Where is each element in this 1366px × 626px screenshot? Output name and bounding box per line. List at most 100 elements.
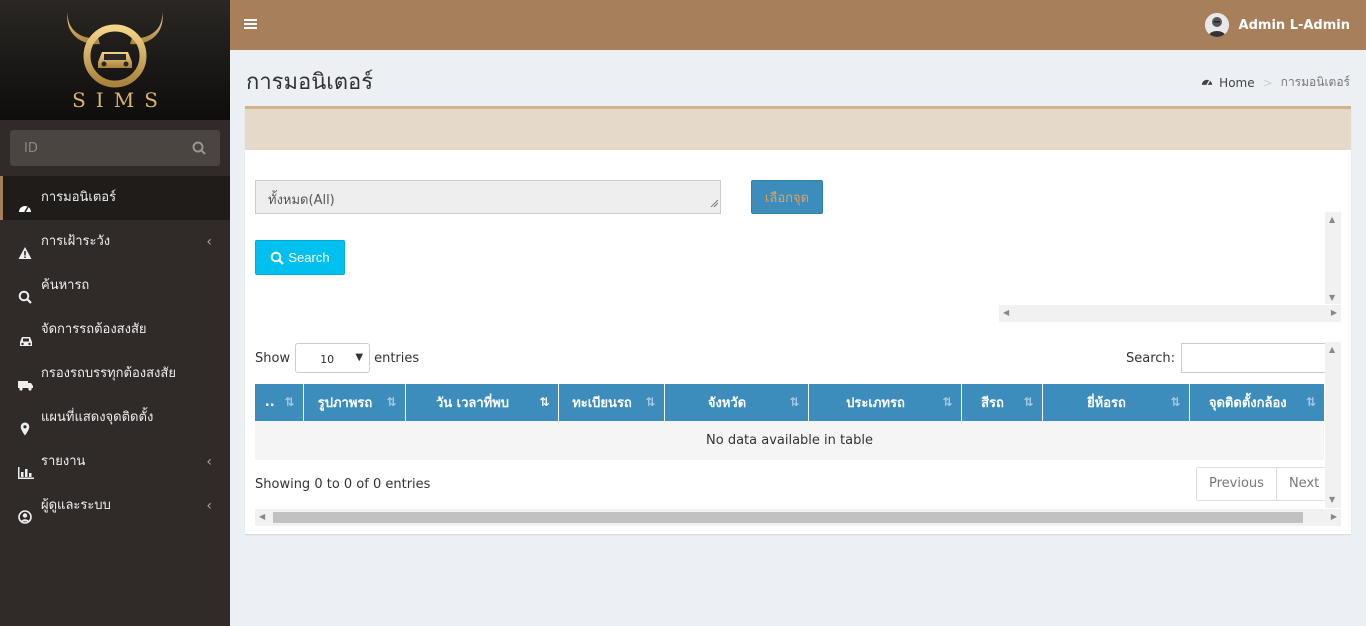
column-label: รูปภาพรถ bbox=[317, 396, 373, 411]
breadcrumb-separator: > bbox=[1262, 75, 1273, 90]
sort-icon: ⇅ bbox=[1305, 395, 1316, 409]
bull-car-logo-icon bbox=[67, 12, 163, 88]
column-header[interactable]: สีรถ ⇅ bbox=[961, 384, 1043, 421]
filter-horizontal-scrollbar[interactable]: ◀ ▶ bbox=[999, 305, 1341, 322]
user-name: Admin L-Admin bbox=[1238, 17, 1350, 33]
next-button[interactable]: Next bbox=[1275, 468, 1331, 500]
search-button[interactable]: Search bbox=[255, 240, 345, 275]
sort-icon: ⇅ bbox=[284, 395, 295, 409]
arrow-left-icon[interactable]: ◀ bbox=[1003, 309, 1009, 317]
column-label: ยี่ห้อรถ bbox=[1087, 396, 1126, 411]
column-label: ประเภทรถ bbox=[846, 396, 905, 411]
sidebar-item-label: การเฝ้าระวัง bbox=[41, 234, 111, 249]
column-header[interactable]: จังหวัด ⇅ bbox=[664, 384, 809, 421]
column-header[interactable]: รูปภาพรถ ⇅ bbox=[303, 384, 406, 421]
column-label: จุดติดตั้งกล้อง bbox=[1208, 396, 1287, 411]
sort-icon: ⇅ bbox=[645, 395, 656, 409]
breadcrumb: Home > การมอนิเตอร์ bbox=[1201, 73, 1350, 92]
show-label: Show bbox=[255, 350, 291, 366]
column-label: จังหวัด bbox=[707, 396, 747, 411]
arrow-left-icon[interactable]: ◀ bbox=[259, 513, 265, 521]
page-length-select[interactable]: 10 ▼ bbox=[295, 343, 371, 373]
chevron-left-icon: ‹ bbox=[206, 454, 212, 470]
column-header[interactable]: วัน เวลาที่พบ ⇅ bbox=[405, 384, 559, 421]
page-length-control: Show 10 ▼ entries bbox=[255, 343, 419, 373]
sidebar-item-surveillance[interactable]: การเฝ้าระวัง ‹ bbox=[0, 220, 230, 264]
caret-down-icon: ▼ bbox=[355, 352, 364, 363]
hamburger-menu-icon[interactable] bbox=[244, 17, 258, 31]
column-header[interactable]: ทะเบียนรถ ⇅ bbox=[558, 384, 665, 421]
arrow-right-icon[interactable]: ▶ bbox=[1331, 309, 1337, 317]
arrow-down-icon[interactable]: ▼ bbox=[1329, 294, 1335, 302]
table-vertical-scrollbar[interactable]: ▲ ▼ bbox=[1325, 342, 1341, 508]
user-menu[interactable]: Admin L-Admin bbox=[1204, 13, 1350, 37]
truck-icon bbox=[18, 367, 33, 391]
dashboard-icon bbox=[18, 191, 32, 213]
car-icon bbox=[18, 323, 32, 346]
filter-vertical-scrollbar[interactable]: ▲ ▼ bbox=[1325, 212, 1341, 304]
table-search-input[interactable] bbox=[1181, 343, 1330, 373]
sidebar-search-input[interactable] bbox=[10, 130, 180, 166]
dashboard-icon bbox=[1201, 76, 1213, 90]
sidebar-item-reports[interactable]: รายงาน ‹ bbox=[0, 440, 230, 484]
breadcrumb-current: การมอนิเตอร์ bbox=[1280, 75, 1350, 89]
column-header[interactable]: ยี่ห้อรถ ⇅ bbox=[1042, 384, 1190, 421]
sort-icon: ⇅ bbox=[386, 395, 397, 409]
column-label: .. bbox=[264, 395, 275, 410]
table-info: Showing 0 to 0 of 0 entries bbox=[255, 477, 431, 492]
table-horizontal-scrollbar[interactable]: ◀ ▶ bbox=[255, 509, 1341, 526]
column-header[interactable]: .. ⇅ bbox=[255, 384, 304, 421]
resize-grip-icon[interactable] bbox=[710, 196, 719, 211]
search-button-label: Search bbox=[288, 250, 330, 265]
empty-table-message: No data available in table bbox=[255, 421, 1324, 460]
arrow-right-icon[interactable]: ▶ bbox=[1331, 513, 1337, 521]
sidebar-item-suspect-cars[interactable]: จัดการรถต้องสงสัย bbox=[0, 308, 230, 352]
monitor-box: ทั้งหมด(All) เลือกจุด Search ▲ ▼ ◀ ▶ Sho… bbox=[245, 106, 1351, 534]
entries-label: entries bbox=[374, 350, 420, 366]
arrow-down-icon[interactable]: ▼ bbox=[1329, 496, 1335, 504]
pick-point-button[interactable]: เลือกจุด bbox=[751, 180, 823, 214]
sidebar-item-search-car[interactable]: ค้นหารถ bbox=[0, 264, 230, 308]
search-icon[interactable] bbox=[192, 141, 206, 159]
warning-icon bbox=[18, 235, 32, 259]
monitor-point-value: ทั้งหมด(All) bbox=[268, 193, 335, 208]
sidebar-item-monitor[interactable]: การมอนิเตอร์ bbox=[0, 176, 230, 220]
sidebar-item-label: ผู้ดูและระบบ bbox=[41, 498, 111, 513]
column-label: วัน เวลาที่พบ bbox=[435, 396, 510, 411]
scrollbar-thumb[interactable] bbox=[273, 512, 1303, 523]
box-header bbox=[245, 109, 1351, 150]
page-length-value: 10 bbox=[320, 353, 335, 366]
logo-text: SIMS bbox=[72, 88, 168, 112]
sort-icon: ⇅ bbox=[1023, 395, 1034, 409]
user-circle-icon bbox=[18, 499, 32, 524]
search-icon bbox=[18, 279, 32, 304]
table-search-label: Search: bbox=[1126, 350, 1176, 366]
column-label: ทะเบียนรถ bbox=[572, 396, 632, 411]
sidebar-item-label: กรองรถบรรทุกต้องสงสัย bbox=[41, 366, 176, 381]
sidebar-item-admin[interactable]: ผู้ดูและระบบ ‹ bbox=[0, 484, 230, 528]
sidebar-menu: การมอนิเตอร์ การเฝ้าระวัง ‹ ค้นหารถ จัดก… bbox=[0, 176, 230, 528]
sidebar: SIMS การมอนิเตอร์ การเฝ้าระวัง ‹ ค้นหารถ… bbox=[0, 0, 230, 626]
search-icon bbox=[271, 251, 285, 265]
arrow-up-icon[interactable]: ▲ bbox=[1329, 346, 1335, 354]
sidebar-item-suspect-trucks[interactable]: กรองรถบรรทุกต้องสงสัย bbox=[0, 352, 230, 396]
monitor-point-select[interactable]: ทั้งหมด(All) bbox=[255, 180, 721, 214]
logo[interactable]: SIMS bbox=[0, 0, 230, 120]
sidebar-search bbox=[10, 130, 220, 166]
breadcrumb-home-link[interactable]: Home bbox=[1219, 76, 1254, 90]
column-label: สีรถ bbox=[981, 396, 1004, 411]
sidebar-item-label: จัดการรถต้องสงสัย bbox=[41, 322, 147, 337]
arrow-up-icon[interactable]: ▲ bbox=[1329, 216, 1335, 224]
top-navbar: Admin L-Admin bbox=[230, 0, 1366, 50]
chevron-left-icon: ‹ bbox=[206, 498, 212, 514]
column-header[interactable]: ประเภทรถ ⇅ bbox=[808, 384, 962, 421]
sort-icon: ⇅ bbox=[942, 395, 953, 409]
avatar bbox=[1204, 13, 1229, 37]
sidebar-item-map[interactable]: แผนที่แสดงจุดติดตั้ง bbox=[0, 396, 230, 440]
pagination: Previous Next bbox=[1196, 467, 1333, 501]
previous-button[interactable]: Previous bbox=[1197, 468, 1276, 500]
table-header-row: .. ⇅ รูปภาพรถ ⇅ วัน เวลาที่พบ ⇅ ทะเบียนรถ ⇅ … bbox=[255, 384, 1324, 421]
sidebar-item-label: ค้นหารถ bbox=[41, 278, 90, 293]
column-header[interactable]: จุดติดตั้งกล้อง ⇅ bbox=[1189, 384, 1324, 421]
chevron-left-icon: ‹ bbox=[206, 234, 212, 250]
